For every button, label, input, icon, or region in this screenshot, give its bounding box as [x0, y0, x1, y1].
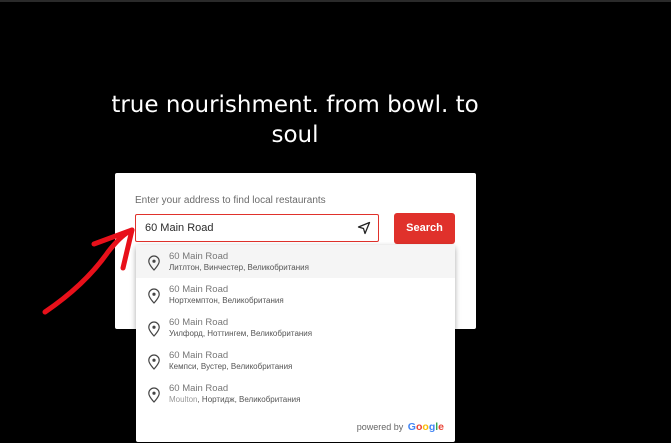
suggestion-main-text: 60 Main Road — [169, 383, 229, 394]
address-suggestions-dropdown: 60 Main Road Литлтон, Винчестер, Великоб… — [136, 245, 455, 442]
search-button[interactable]: Search — [394, 213, 455, 244]
powered-by-label: powered by — [356, 422, 404, 432]
hero-line-2: soul — [271, 122, 319, 148]
powered-by-google: powered by Google — [357, 421, 444, 433]
suggestion-item[interactable]: 60 Main Road Уилфорд, Ноттингем, Великоб… — [136, 311, 455, 344]
hero-heading: true nourishment. from bowl. to soul — [0, 90, 590, 150]
location-pin-icon — [148, 255, 160, 271]
suggestion-secondary-text: Литлтон, Винчестер, Великобритания — [169, 263, 309, 272]
suggestion-secondary-text: Нортхемптон, Великобритания — [169, 296, 284, 305]
address-input-value: 60 Main Road — [145, 222, 214, 234]
top-border — [0, 0, 671, 2]
location-pin-icon — [148, 288, 160, 304]
suggestion-secondary-text: Кемпси, Вустер, Великобритания — [169, 362, 293, 371]
address-prompt: Enter your address to find local restaur… — [135, 195, 326, 206]
location-pin-icon — [148, 387, 160, 403]
location-pin-icon — [148, 321, 160, 337]
suggestion-main-text: 60 Main Road — [169, 251, 229, 262]
google-logo: Google — [407, 421, 444, 433]
address-input[interactable]: 60 Main Road — [135, 214, 379, 242]
suggestion-main-text: 60 Main Road — [169, 350, 229, 361]
suggestion-main-text: 60 Main Road — [169, 284, 229, 295]
suggestion-secondary-text: Уилфорд, Ноттингем, Великобритания — [169, 329, 313, 338]
suggestion-item[interactable]: 60 Main Road Кемпси, Вустер, Великобрита… — [136, 344, 455, 377]
hero-line-1: true nourishment. from bowl. to — [111, 92, 479, 118]
suggestion-main-text: 60 Main Road — [169, 317, 229, 328]
suggestion-item[interactable]: 60 Main Road Moulton, Нортидж, Великобри… — [136, 377, 455, 410]
suggestion-secondary-text: Moulton, Нортидж, Великобритания — [169, 395, 301, 404]
location-pin-icon — [148, 354, 160, 370]
navigation-arrow-icon[interactable] — [357, 221, 371, 235]
suggestion-item[interactable]: 60 Main Road Нортхемптон, Великобритания — [136, 278, 455, 311]
suggestion-item[interactable]: 60 Main Road Литлтон, Винчестер, Великоб… — [136, 245, 455, 278]
